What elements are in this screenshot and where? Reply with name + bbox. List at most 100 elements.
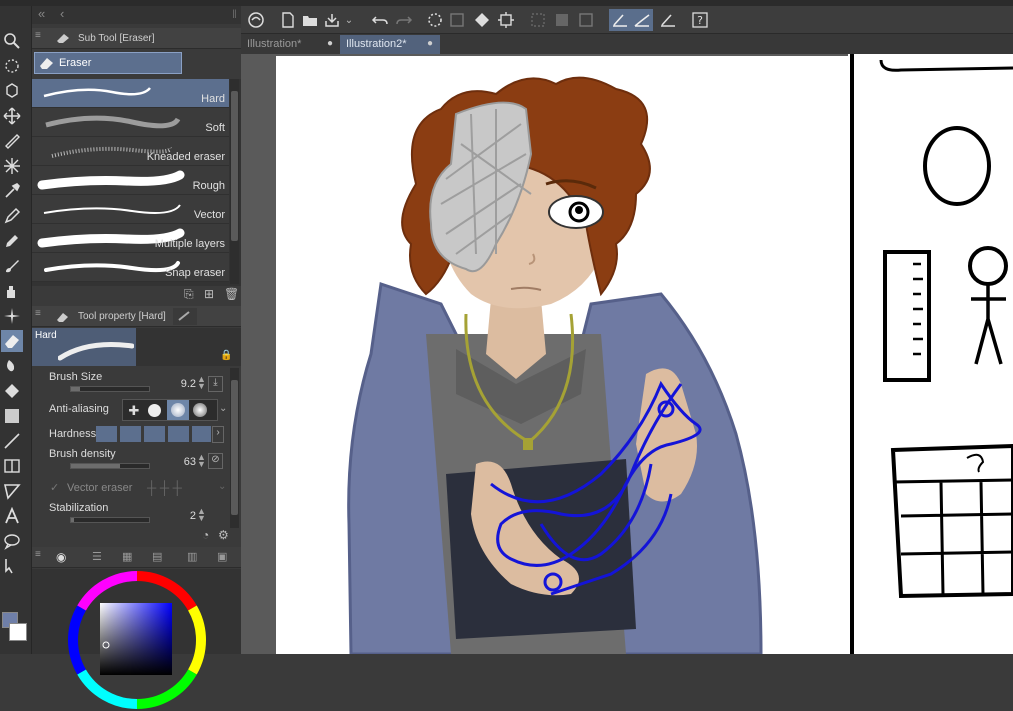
- zoom-tool-icon[interactable]: [1, 30, 23, 52]
- brush-size-value[interactable]: 9.2: [170, 378, 196, 390]
- stepper-icon[interactable]: ▲ ▼: [197, 453, 206, 469]
- new-file-icon[interactable]: [277, 9, 299, 31]
- brush-tab-icon[interactable]: [173, 308, 197, 325]
- brush-tool-icon[interactable]: [1, 255, 23, 277]
- canvas-area[interactable]: [241, 54, 1013, 654]
- chevron-left-icon[interactable]: ‹: [60, 6, 64, 21]
- chevron-down-icon[interactable]: ⌄: [219, 403, 227, 414]
- reset-icon[interactable]: ◔: [202, 528, 209, 542]
- figure-tool-icon[interactable]: [1, 430, 23, 452]
- close-tab-icon[interactable]: ●: [327, 38, 333, 49]
- color-wheel-area: [32, 569, 241, 709]
- hardness-selector[interactable]: [96, 426, 212, 444]
- density-pressure-icon[interactable]: ⊘: [208, 453, 223, 469]
- aa-medium-icon[interactable]: [167, 400, 189, 420]
- eyedropper-icon[interactable]: [1, 180, 23, 202]
- help-icon[interactable]: ?: [689, 9, 711, 31]
- pressure-icon[interactable]: ⤓: [208, 376, 223, 392]
- magic-wand-icon[interactable]: [1, 155, 23, 177]
- property-scrollbar[interactable]: [230, 368, 239, 528]
- deselect-icon[interactable]: [527, 9, 549, 31]
- selection-tool-icon[interactable]: [1, 55, 23, 77]
- ruler-tool-icon[interactable]: [1, 480, 23, 502]
- color-wheel[interactable]: [66, 569, 208, 711]
- approximate-color-tab-icon[interactable]: ▥: [187, 550, 197, 563]
- checkbox-icon[interactable]: ✓: [50, 481, 59, 494]
- operation-tool-icon[interactable]: [1, 80, 23, 102]
- fill-tool-icon[interactable]: [1, 380, 23, 402]
- intermediate-color-tab-icon[interactable]: ▤: [152, 550, 162, 563]
- canvas-artwork[interactable]: [241, 54, 1013, 654]
- subtool-item-snap-eraser[interactable]: Snap eraser: [32, 253, 229, 282]
- tab-illustration2[interactable]: Illustration2*: [340, 35, 440, 54]
- tab-illustration[interactable]: Illustration*: [241, 35, 339, 54]
- subtool-item-soft[interactable]: Soft: [32, 108, 229, 137]
- transform-icon[interactable]: [495, 9, 517, 31]
- redo-icon[interactable]: [393, 9, 415, 31]
- subtool-scrollbar[interactable]: [230, 79, 239, 284]
- blend-tool-icon[interactable]: [1, 355, 23, 377]
- stroke-preview-icon: [45, 115, 181, 129]
- text-tool-icon[interactable]: [1, 505, 23, 527]
- airbrush-tool-icon[interactable]: [1, 280, 23, 302]
- snap-to-grid-icon[interactable]: [657, 9, 679, 31]
- sub-color-swatch[interactable]: [9, 623, 27, 641]
- subtool-item-multiple-layers[interactable]: Multiple layers: [32, 224, 229, 253]
- panel-menu-icon[interactable]: ≡: [35, 308, 41, 319]
- gradient-tool-icon[interactable]: [1, 405, 23, 427]
- snap-to-special-ruler-icon[interactable]: [631, 9, 653, 31]
- panel-menu-icon[interactable]: ≡: [35, 549, 41, 560]
- stabilization-slider[interactable]: [70, 517, 150, 523]
- brush-density-slider[interactable]: [70, 463, 150, 469]
- subtool-item-vector[interactable]: Vector: [32, 195, 229, 224]
- pen-tool-icon[interactable]: [1, 205, 23, 227]
- anti-aliasing-selector[interactable]: ✚: [122, 399, 218, 421]
- stepper-icon[interactable]: ▲ ▼: [197, 375, 206, 391]
- stabilization-value[interactable]: 2: [170, 510, 196, 522]
- invert-selection-icon[interactable]: [551, 9, 573, 31]
- selection-launcher-icon[interactable]: [575, 9, 597, 31]
- collapse-icon[interactable]: «: [38, 6, 45, 21]
- lasso-tool-icon[interactable]: [1, 130, 23, 152]
- subtool-item-rough[interactable]: Rough: [32, 166, 229, 195]
- aa-weak-icon[interactable]: [148, 404, 161, 417]
- subtool-item-kneaded-eraser[interactable]: Kneaded eraser: [32, 137, 229, 166]
- subtool-group-eraser[interactable]: Eraser: [34, 52, 182, 74]
- fill-layer-icon[interactable]: [471, 9, 493, 31]
- open-folder-icon[interactable]: [299, 9, 321, 31]
- subtool-item-hard[interactable]: Hard: [32, 79, 229, 108]
- add-subtool-icon[interactable]: ⊞: [204, 287, 214, 301]
- snap-to-ruler-icon[interactable]: [609, 9, 631, 31]
- color-wheel-tab-icon[interactable]: ◉: [56, 550, 66, 564]
- correct-line-icon[interactable]: [1, 555, 23, 577]
- move-tool-icon[interactable]: [1, 105, 23, 127]
- pencil-tool-icon[interactable]: [1, 230, 23, 252]
- decoration-tool-icon[interactable]: [1, 305, 23, 327]
- chevron-down-icon[interactable]: ⌄: [343, 9, 355, 31]
- aa-none-icon[interactable]: ✚: [126, 403, 142, 419]
- vector-mode-icon[interactable]: ┼ ┼ ┼: [147, 480, 182, 495]
- chevron-down-icon[interactable]: ⌄: [218, 481, 226, 492]
- close-tab-icon[interactable]: ●: [427, 38, 433, 49]
- panel-menu-icon[interactable]: ≡: [35, 30, 41, 41]
- color-slider-tab-icon[interactable]: ☰: [92, 550, 102, 563]
- color-history-tab-icon[interactable]: ▣: [217, 550, 227, 563]
- clear-icon[interactable]: [446, 9, 468, 31]
- save-icon[interactable]: [321, 9, 343, 31]
- brush-density-value[interactable]: 63: [170, 456, 196, 468]
- duplicate-icon[interactable]: ⎘: [184, 287, 194, 302]
- loading-icon[interactable]: [424, 9, 446, 31]
- app-logo-icon[interactable]: [245, 9, 267, 31]
- trash-icon[interactable]: 🗑: [224, 287, 239, 301]
- wrench-icon[interactable]: ⚙: [218, 528, 229, 542]
- eraser-tool-icon[interactable]: [1, 330, 23, 352]
- color-set-tab-icon[interactable]: ▦: [122, 550, 132, 563]
- aa-strong-icon[interactable]: [193, 403, 207, 417]
- balloon-tool-icon[interactable]: [1, 530, 23, 552]
- frame-border-icon[interactable]: [1, 455, 23, 477]
- stepper-icon[interactable]: ▲ ▼: [197, 507, 206, 523]
- undo-icon[interactable]: [369, 9, 391, 31]
- brush-size-slider[interactable]: [70, 386, 150, 392]
- lock-icon[interactable]: 🔒: [220, 350, 232, 361]
- chevron-right-icon[interactable]: ›: [212, 426, 224, 443]
